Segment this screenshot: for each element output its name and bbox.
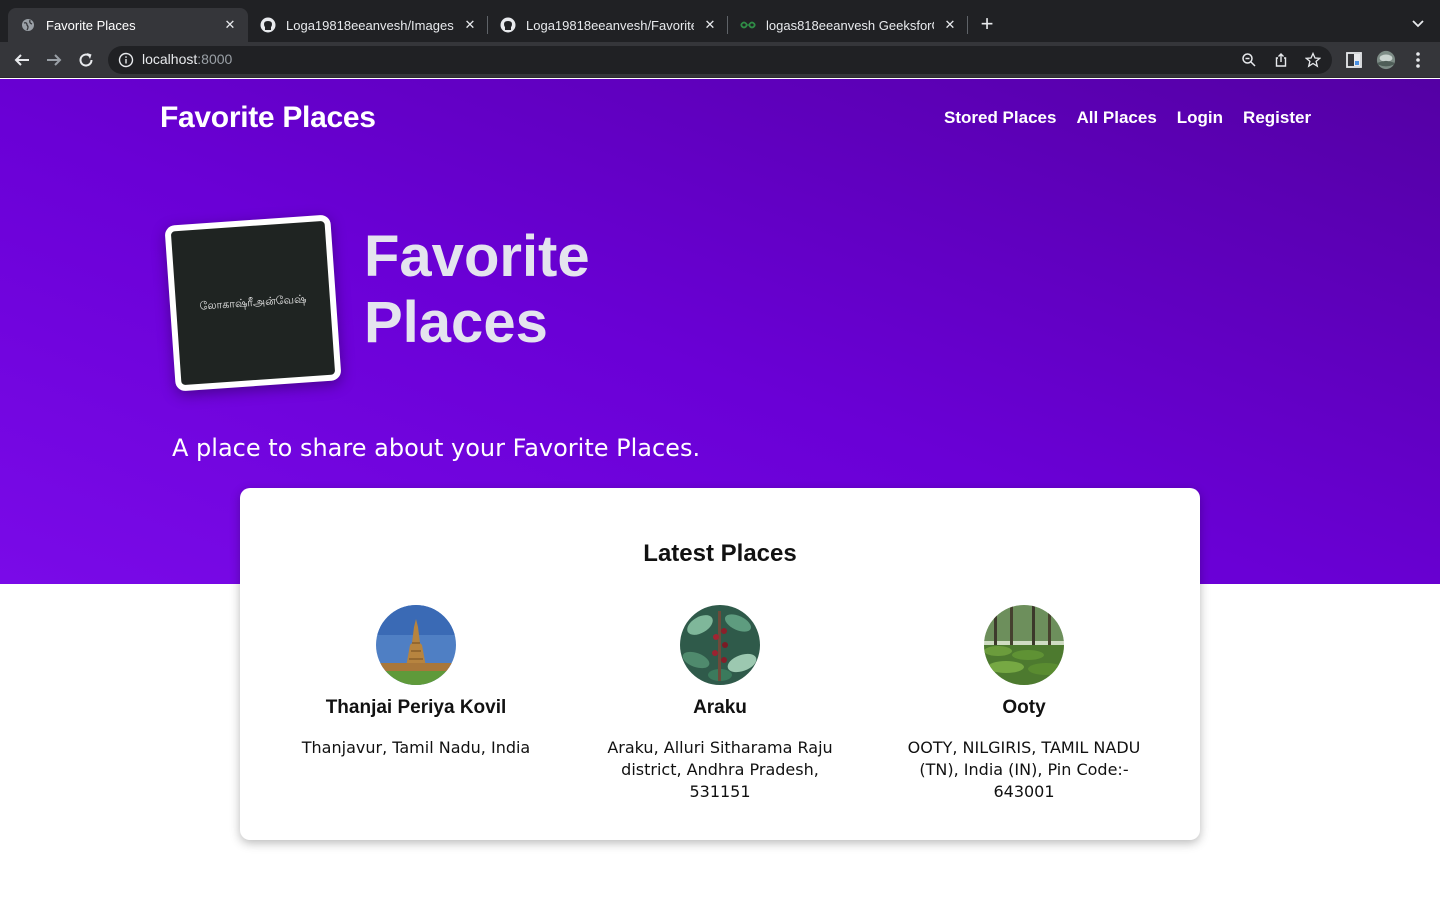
place-address: OOTY, NILGIRIS, TAMIL NADU (TN), India (… <box>907 738 1141 801</box>
place-name: Thanjai Periya Kovil <box>325 697 507 718</box>
browser-tab-geeksforgeeks[interactable]: logas818eeanvesh GeeksforGe ✕ <box>728 8 968 42</box>
place-thumbnail-temple <box>376 605 456 685</box>
place-name: Ooty <box>1002 697 1046 718</box>
tab-search-chevron-icon[interactable] <box>1408 14 1428 34</box>
url-text: localhost:8000 <box>142 51 232 67</box>
site-logo-image: லோகாஷ்ரீஅன்வேஷ் <box>164 214 342 392</box>
geeksforgeeks-icon <box>740 17 756 33</box>
tab-divider <box>967 16 968 34</box>
hero-title-line: Places <box>364 290 548 355</box>
close-tab-icon[interactable]: ✕ <box>462 17 478 33</box>
nav-link-all-places[interactable]: All Places <box>1076 108 1156 128</box>
reload-icon[interactable] <box>74 48 98 72</box>
forward-arrow-icon[interactable] <box>42 48 66 72</box>
browser-toolbar: localhost:8000 <box>0 42 1440 78</box>
nav-link-stored-places[interactable]: Stored Places <box>944 108 1056 128</box>
browser-tab-strip: Favorite Places ✕ Loga19818eeanvesh/Imag… <box>0 0 1440 42</box>
place-item[interactable]: Araku Araku, Alluri Sitharama Raju distr… <box>590 605 850 803</box>
site-info-icon[interactable] <box>118 52 134 68</box>
profile-avatar[interactable] <box>1376 50 1396 70</box>
hero-tagline: A place to share about your Favorite Pla… <box>172 434 701 462</box>
tab-title: logas818eeanvesh GeeksforGe <box>766 17 934 33</box>
place-name: Araku <box>693 697 747 718</box>
hero-title: Favorite Places <box>364 224 590 356</box>
bookmark-star-icon[interactable] <box>1304 51 1322 68</box>
browser-tab-favorite-places[interactable]: Favorite Places ✕ <box>8 8 248 42</box>
hero-title-line: Favorite <box>364 224 590 289</box>
globe-icon <box>20 17 36 33</box>
nav-link-login[interactable]: Login <box>1177 108 1223 128</box>
place-address: Araku, Alluri Sitharama Raju district, A… <box>607 738 833 801</box>
tab-title: Loga19818eeanvesh/Images <box>286 17 454 33</box>
url-host: localhost <box>142 51 198 67</box>
place-item[interactable]: Ooty OOTY, NILGIRIS, TAMIL NADU (TN), In… <box>894 605 1154 803</box>
site-brand-link[interactable]: Favorite Places <box>160 101 376 135</box>
place-thumbnail-tea-estate <box>984 605 1064 685</box>
zoom-icon[interactable] <box>1241 52 1257 68</box>
latest-places-heading: Latest Places <box>643 540 797 567</box>
browser-tab-favorite-repo[interactable]: Loga19818eeanvesh/Favorite_ ✕ <box>488 8 728 42</box>
share-icon[interactable] <box>1273 52 1289 68</box>
latest-places-card: Latest Places Thanjai Periya Kovil Thanj… <box>240 488 1200 840</box>
place-thumbnail-coffee-plant <box>680 605 760 685</box>
url-port: :8000 <box>197 51 233 67</box>
close-tab-icon[interactable]: ✕ <box>942 17 958 33</box>
tab-title: Loga19818eeanvesh/Favorite_ <box>526 17 694 33</box>
place-address: Thanjavur, Tamil Nadu, India <box>301 738 531 757</box>
nav-link-register[interactable]: Register <box>1243 108 1311 128</box>
main-nav: Stored Places All Places Login Register <box>924 108 1311 128</box>
back-arrow-icon[interactable] <box>10 48 34 72</box>
close-tab-icon[interactable]: ✕ <box>702 17 718 33</box>
browser-menu-icon[interactable] <box>1408 50 1428 70</box>
browser-tab-images-repo[interactable]: Loga19818eeanvesh/Images ✕ <box>248 8 488 42</box>
address-bar[interactable]: localhost:8000 <box>108 46 1332 74</box>
new-tab-plus-icon[interactable]: + <box>976 13 998 35</box>
extensions-side-panel-icon[interactable] <box>1344 50 1364 70</box>
tab-title: Favorite Places <box>46 17 136 33</box>
github-icon <box>500 17 516 33</box>
close-tab-icon[interactable]: ✕ <box>222 17 238 33</box>
github-icon <box>260 17 276 33</box>
logo-text: லோகாஷ்ரீஅன்வேஷ் <box>199 291 307 313</box>
place-item[interactable]: Thanjai Periya Kovil Thanjavur, Tamil Na… <box>286 605 546 759</box>
